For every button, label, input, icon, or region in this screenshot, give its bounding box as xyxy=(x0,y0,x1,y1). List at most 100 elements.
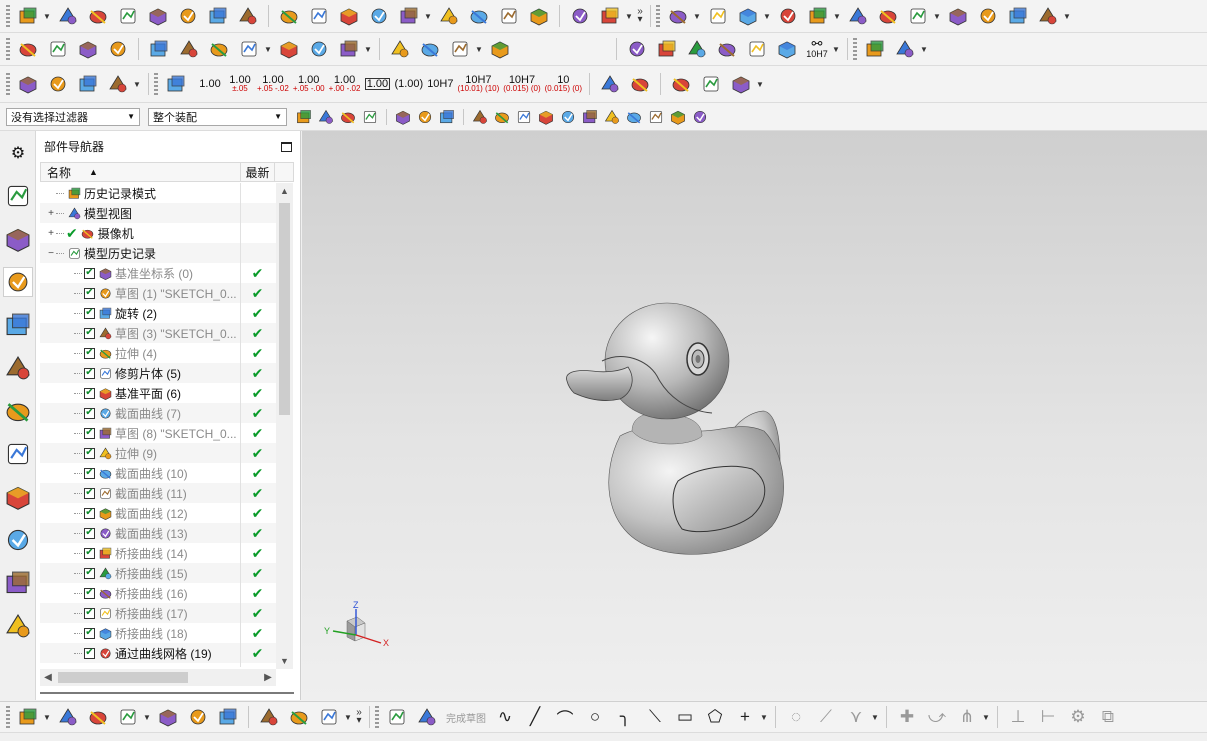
sweep-icon[interactable] xyxy=(437,4,461,28)
visibility-checkbox[interactable]: ✔ xyxy=(84,527,95,539)
revolve-icon[interactable] xyxy=(86,4,110,28)
measure-icon[interactable] xyxy=(16,37,40,61)
layer-icon[interactable] xyxy=(46,37,70,61)
paint-icon[interactable] xyxy=(106,37,130,61)
dropdown-arrow-icon[interactable]: ▼ xyxy=(424,4,432,28)
assembly-tree-icon[interactable] xyxy=(56,705,80,729)
reposition-icon[interactable] xyxy=(846,4,870,28)
draft-icon[interactable] xyxy=(598,4,622,28)
finish-sketch-flag-icon[interactable] xyxy=(415,705,439,729)
chamfer-icon[interactable]: ⟍ xyxy=(643,705,667,729)
move-component-icon[interactable] xyxy=(666,4,690,28)
visibility-checkbox[interactable]: ✔ xyxy=(84,487,95,499)
bridge-icon[interactable] xyxy=(1006,4,1030,28)
dimension-format-button[interactable]: 1.00 +.05 -.00 xyxy=(293,72,325,96)
tree-row[interactable]: ✔ 截面曲线 (7) ✔ xyxy=(40,403,276,423)
tree-row[interactable]: 历史记录模式 xyxy=(40,183,276,203)
tree-row[interactable]: ✔ 草图 (1) "SKETCH_0... ✔ xyxy=(40,283,276,303)
section-icon[interactable] xyxy=(946,4,970,28)
mirror-assembly-icon[interactable] xyxy=(216,705,240,729)
tree-row[interactable]: ✔ 草图 (3) "SKETCH_0... ✔ xyxy=(40,323,276,343)
horizontal-scrollbar[interactable]: ◀ ▶ xyxy=(40,669,276,686)
curve-icon[interactable] xyxy=(906,4,930,28)
dropdown-arrow-icon[interactable]: ▼ xyxy=(43,4,51,28)
tree-row[interactable]: ✔ 基准坐标系 (0) ✔ xyxy=(40,263,276,283)
visibility-checkbox[interactable]: ✔ xyxy=(84,627,95,639)
tree-row[interactable]: ✔ 通过曲线网格 (19) ✔ xyxy=(40,643,276,663)
column-latest-header[interactable]: 最新 xyxy=(241,163,275,181)
toolbar-grip[interactable] xyxy=(656,5,660,27)
measure-distance-icon[interactable] xyxy=(46,72,70,96)
binoculars-icon[interactable]: ⚯ 10H7 xyxy=(804,37,830,61)
mirror-icon[interactable] xyxy=(568,4,592,28)
dropdown-arrow-icon[interactable]: ▼ xyxy=(871,705,879,729)
align-icon[interactable] xyxy=(337,37,361,61)
smooth-icon[interactable] xyxy=(307,37,331,61)
dropdown-arrow-icon[interactable]: ▼ xyxy=(832,37,840,61)
select-face-icon[interactable] xyxy=(438,108,456,126)
column-name-header[interactable]: 名称 ▲ xyxy=(41,163,241,181)
snap-center-icon[interactable] xyxy=(581,108,599,126)
visibility-checkbox[interactable]: ✔ xyxy=(84,367,95,379)
dropdown-arrow-icon[interactable]: ▼ xyxy=(133,72,141,96)
part-navigator-icon[interactable] xyxy=(3,267,33,297)
web-browser-icon[interactable] xyxy=(3,396,33,426)
dropdown-arrow-icon[interactable]: ▼ xyxy=(344,705,352,729)
toolbar-grip[interactable] xyxy=(6,706,10,728)
washer-icon[interactable] xyxy=(448,37,472,61)
studio-spline-icon[interactable]: ◌ xyxy=(784,705,808,729)
wave-icon[interactable] xyxy=(287,705,311,729)
visibility-checkbox[interactable]: ✔ xyxy=(84,347,95,359)
tree-row[interactable]: ✔ 桥接曲线 (18) ✔ xyxy=(40,623,276,643)
diameter-icon[interactable] xyxy=(669,72,693,96)
tree-expander-icon[interactable]: + xyxy=(46,228,56,239)
dropdown-arrow-icon[interactable]: ▼ xyxy=(1063,4,1071,28)
dimension-format-button[interactable]: 1.00 +.05 -.02 xyxy=(257,72,289,96)
snap-grid-icon[interactable] xyxy=(691,108,709,126)
snap-midpoint-icon[interactable] xyxy=(493,108,511,126)
new-component-icon[interactable] xyxy=(16,705,40,729)
trim-icon[interactable]: ⟋ xyxy=(814,705,838,729)
spline-icon[interactable] xyxy=(976,4,1000,28)
cylinder-face-icon[interactable] xyxy=(388,37,412,61)
toolbar-grip[interactable] xyxy=(6,5,10,27)
scrollbar-thumb[interactable] xyxy=(58,672,188,683)
visibility-checkbox[interactable]: ✔ xyxy=(84,587,95,599)
polygon-icon[interactable]: ⬠ xyxy=(703,705,727,729)
extrude-icon[interactable] xyxy=(56,4,80,28)
circle-icon[interactable]: ○ xyxy=(583,705,607,729)
tree-row[interactable]: ✔ 截面曲线 (13) ✔ xyxy=(40,523,276,543)
dropdown-arrow-icon[interactable]: ▼ xyxy=(982,705,990,729)
point-icon[interactable]: + xyxy=(733,705,757,729)
unite-icon[interactable] xyxy=(307,4,331,28)
tree-row[interactable]: ✔ 草图 (8) "SKETCH_0... ✔ xyxy=(40,423,276,443)
tree-row[interactable]: ✔ 截面曲线 (11) ✔ xyxy=(40,483,276,503)
scroll-up-icon[interactable]: ▲ xyxy=(276,183,293,199)
dropdown-arrow-icon[interactable]: ▼ xyxy=(693,4,701,28)
snap-icon[interactable] xyxy=(317,108,335,126)
tree-row[interactable]: − 模型历史记录 xyxy=(40,243,276,263)
hd3d-icon[interactable] xyxy=(3,353,33,383)
constraint-icon[interactable] xyxy=(736,4,760,28)
pattern-component-icon[interactable] xyxy=(317,705,341,729)
history-icon[interactable] xyxy=(3,439,33,469)
scrollbar-thumb[interactable] xyxy=(279,203,290,415)
visibility-checkbox[interactable]: ✔ xyxy=(84,507,95,519)
visibility-checkbox[interactable]: ✔ xyxy=(84,547,95,559)
offset-face-icon[interactable] xyxy=(497,4,521,28)
dimension-format-button[interactable]: (1.00) xyxy=(394,72,423,96)
pattern-icon[interactable] xyxy=(236,4,260,28)
diameter-slash-icon[interactable] xyxy=(699,72,723,96)
mirror-curve-icon[interactable]: ⋔ xyxy=(955,705,979,729)
surface-icon[interactable] xyxy=(467,4,491,28)
scroll-down-icon[interactable]: ▼ xyxy=(276,653,293,669)
fillet-surface-icon[interactable] xyxy=(1036,4,1060,28)
toolbar-grip[interactable] xyxy=(853,38,857,60)
view-icon[interactable] xyxy=(76,37,100,61)
tree-row[interactable]: ✔ 截面曲线 (12) ✔ xyxy=(40,503,276,523)
dropdown-arrow-icon[interactable]: ▼ xyxy=(763,4,771,28)
dimension-format-button[interactable]: 10H7 (0.015) (0) xyxy=(503,72,540,96)
visibility-checkbox[interactable]: ✔ xyxy=(84,267,95,279)
visibility-checkbox[interactable]: ✔ xyxy=(84,427,95,439)
selection-filter-dropdown[interactable]: 没有选择过滤器 ▼ xyxy=(6,107,140,126)
